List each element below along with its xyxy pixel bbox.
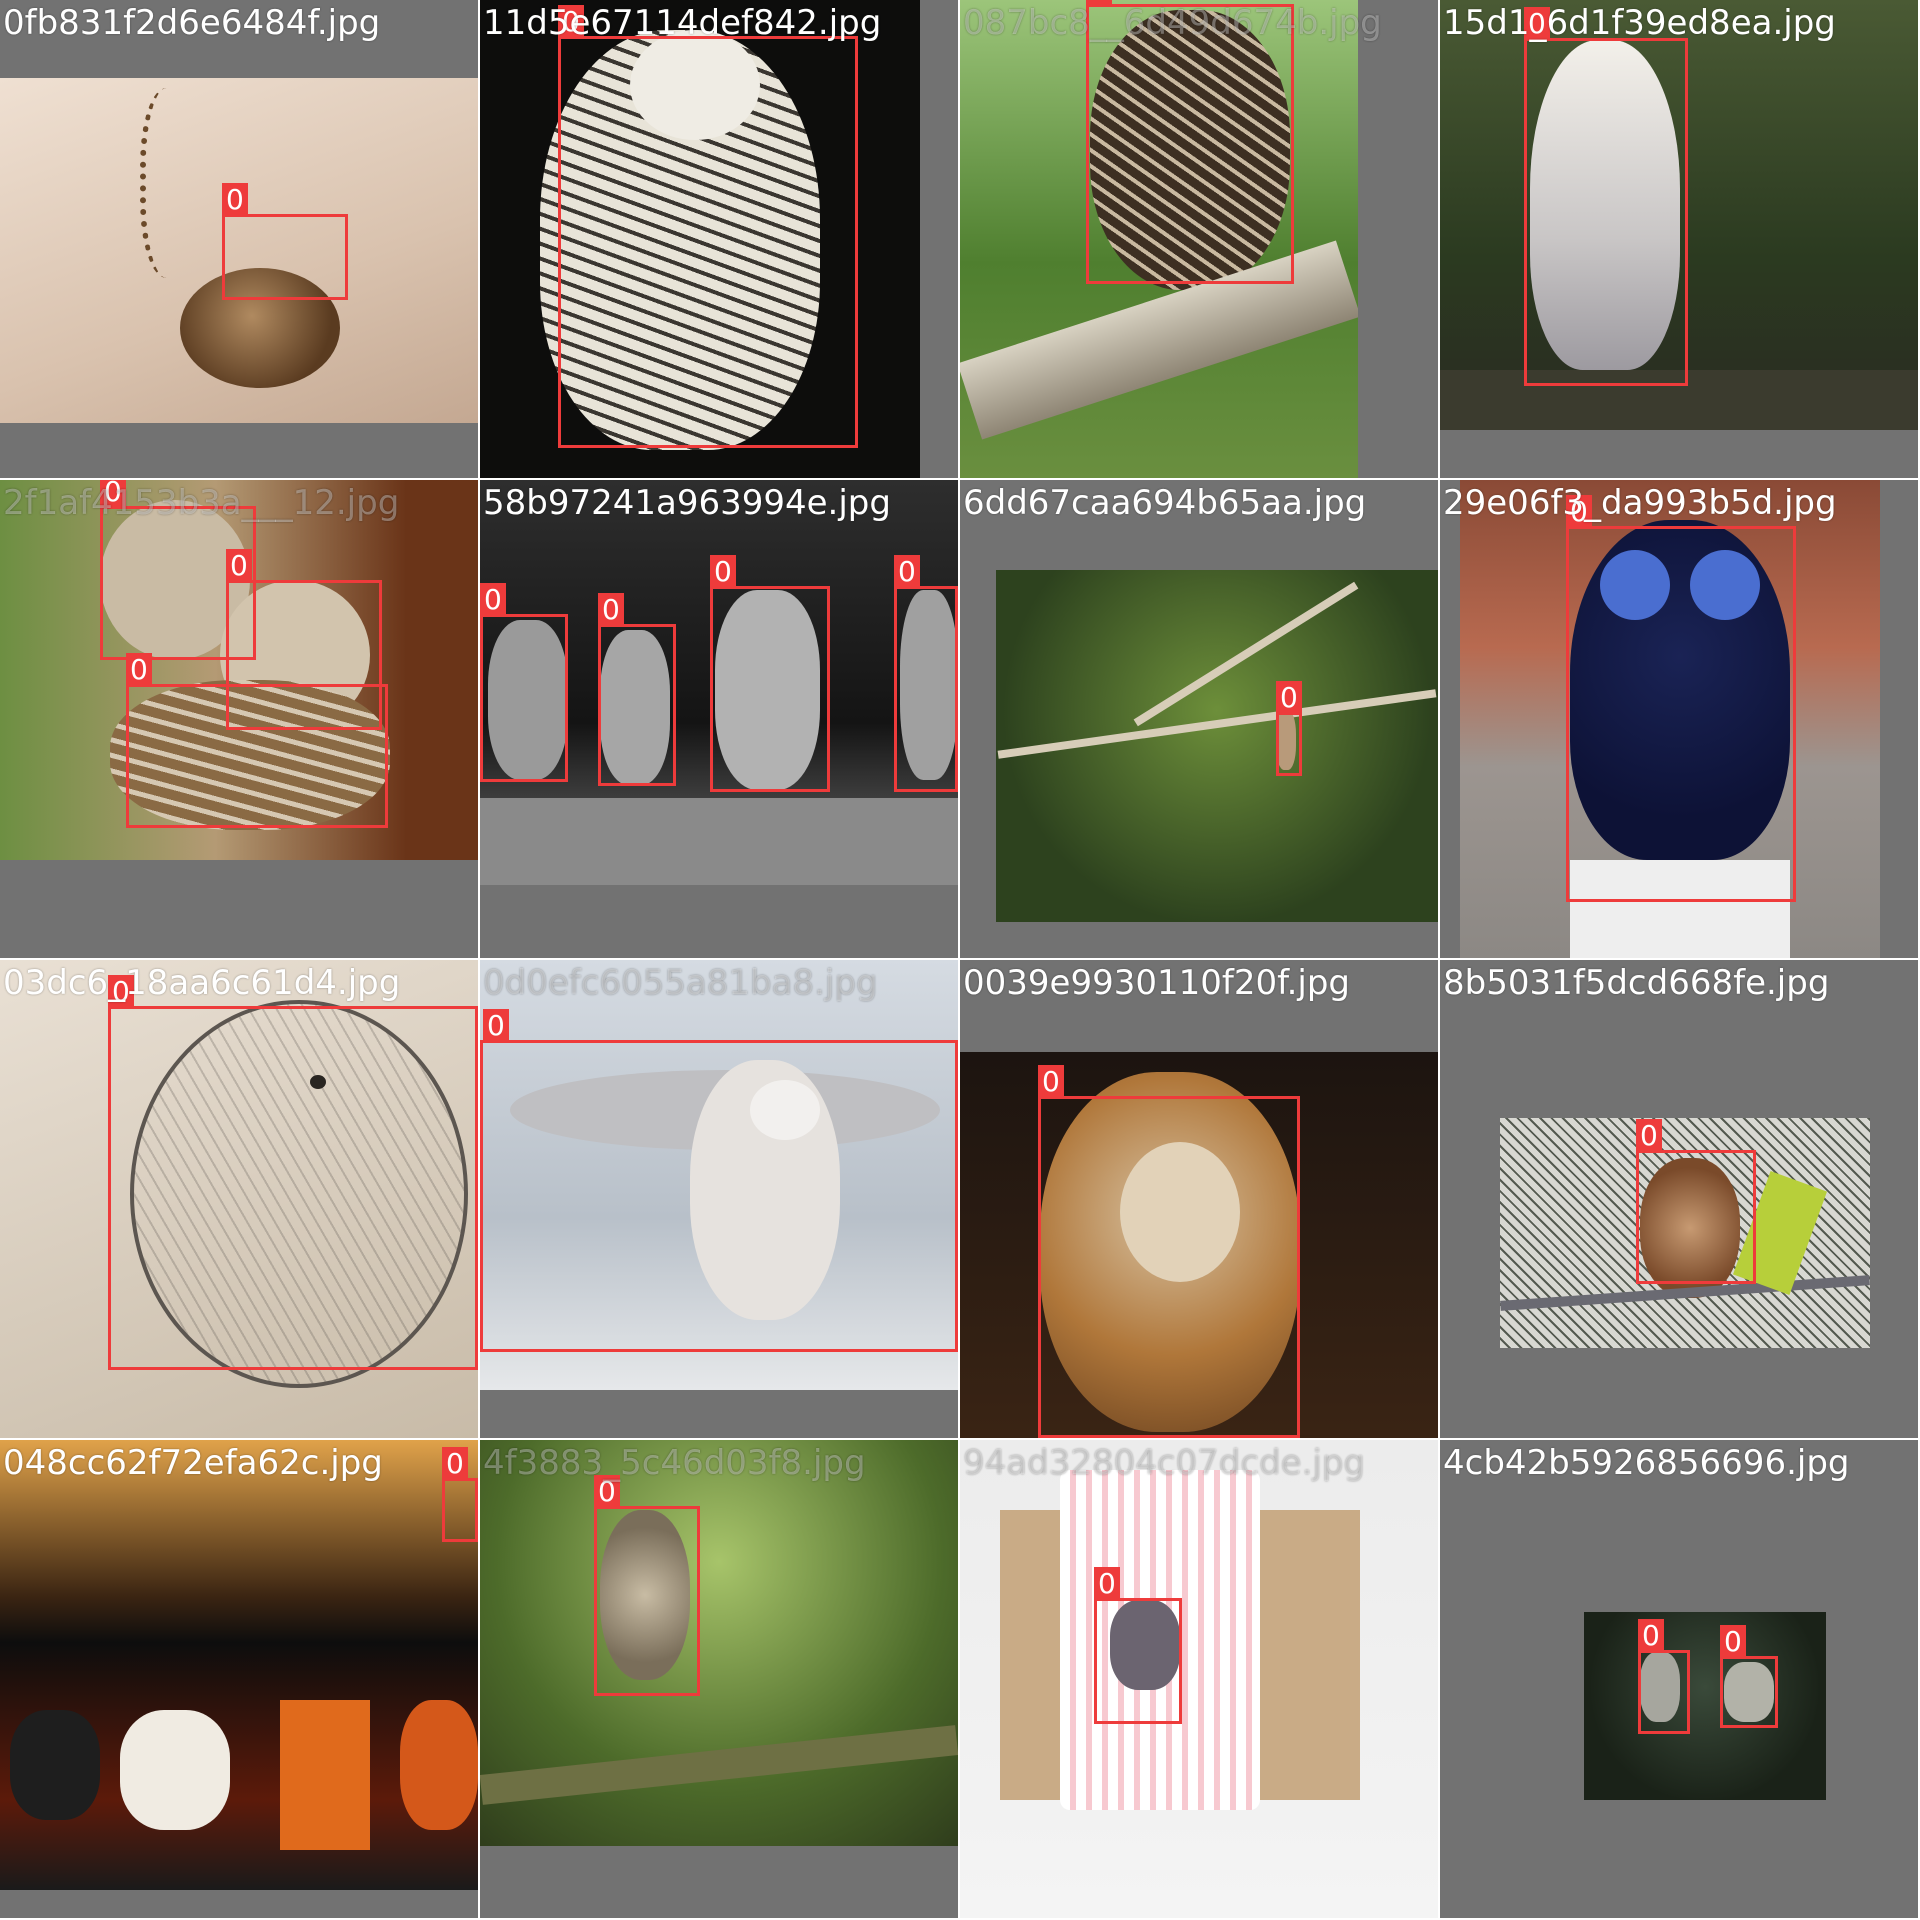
detection-box: 0 (894, 555, 958, 792)
detection-box: 0 (558, 5, 858, 448)
detection-box: 0 (710, 555, 830, 792)
class-label: 0 (442, 1447, 468, 1481)
class-label: 0 (480, 583, 506, 617)
filename-label: 4cb42b5926856696.jpg (1443, 1443, 1850, 1483)
tile: 2f1af4153b3a___12.jpg 0 0 0 (0, 480, 478, 958)
detection-box: 0 (222, 183, 348, 300)
photo (960, 1440, 1438, 1918)
photo (996, 570, 1438, 922)
detection-box: 0 (1086, 0, 1294, 284)
class-label: 0 (483, 1009, 509, 1043)
class-label: 0 (1094, 1567, 1120, 1601)
detection-box: 0 (126, 653, 388, 828)
tile: 29e06f3_da993b5d.jpg 0 (1440, 480, 1918, 958)
tile: 94ad32804c07dcde.jpg 0 (960, 1440, 1438, 1918)
detection-box: 0 (480, 583, 568, 782)
detection-box: 0 (1720, 1625, 1778, 1728)
filename-label: 2f1af4153b3a___12.jpg (3, 483, 400, 523)
filename-label: 03dc6_18aa6c61d4.jpg (3, 963, 401, 1003)
filename-label: 8b5031f5dcd668fe.jpg (1443, 963, 1830, 1003)
filename-label: 0fb831f2d6e6484f.jpg (3, 3, 381, 43)
filename-label: 0039e9930110f20f.jpg (963, 963, 1351, 1003)
tile: 4cb42b5926856696.jpg 0 0 (1440, 1440, 1918, 1918)
tile: 0d0efc6055a81ba8.jpg 0 (480, 960, 958, 1438)
filename-label: 11d5e67114def842.jpg (483, 3, 882, 43)
detection-box: 0 (108, 975, 478, 1370)
filename-label: 58b97241a963994e.jpg (483, 483, 891, 523)
photo (480, 1440, 958, 1846)
detection-box: 0 (480, 1009, 958, 1352)
detection-box: 0 (598, 593, 676, 786)
filename-label: 048cc62f72efa62c.jpg (3, 1443, 383, 1483)
tile: 03dc6_18aa6c61d4.jpg 0 (0, 960, 478, 1438)
photo (0, 1440, 478, 1890)
class-label: 0 (126, 653, 152, 687)
class-label: 0 (226, 549, 252, 583)
detection-box: 0 (1038, 1065, 1300, 1438)
tile: 58b97241a963994e.jpg 0 0 0 0 (480, 480, 958, 958)
class-label: 0 (1720, 1625, 1746, 1659)
tile: 0039e9930110f20f.jpg 0 (960, 960, 1438, 1438)
detection-box: 0 (442, 1447, 478, 1542)
detection-box: 0 (1566, 495, 1796, 902)
detection-box: 0 (1638, 1619, 1690, 1734)
filename-label: 4f3883_5c46d03f8.jpg (483, 1443, 866, 1483)
tile: 6dd67caa694b65aa.jpg 0 (960, 480, 1438, 958)
tile: 15d1_6d1f39ed8ea.jpg 0 (1440, 0, 1918, 478)
filename-label: 15d1_6d1f39ed8ea.jpg (1443, 3, 1836, 43)
tile: 0fb831f2d6e6484f.jpg 0 (0, 0, 478, 478)
filename-label: 29e06f3_da993b5d.jpg (1443, 483, 1837, 523)
tile: 087bc8__6d49d674b.jpg 0 (960, 0, 1438, 478)
filename-label: 94ad32804c07dcde.jpg (963, 1443, 1365, 1483)
class-label: 0 (598, 593, 624, 627)
detection-box: 0 (1524, 7, 1688, 386)
filename-label: 0d0efc6055a81ba8.jpg (483, 963, 878, 1003)
photo (1584, 1612, 1826, 1800)
class-label: 0 (1276, 681, 1302, 715)
detection-box: 0 (1094, 1567, 1182, 1724)
detection-box: 0 (594, 1475, 700, 1696)
class-label: 0 (1638, 1619, 1664, 1653)
detection-grid: 0fb831f2d6e6484f.jpg 0 11d5e67114def842.… (0, 0, 1920, 1920)
class-label: 0 (1038, 1065, 1064, 1099)
filename-label: 087bc8__6d49d674b.jpg (963, 3, 1382, 43)
tile: 8b5031f5dcd668fe.jpg 0 (1440, 960, 1918, 1438)
tile: 048cc62f72efa62c.jpg 0 (0, 1440, 478, 1918)
filename-label: 6dd67caa694b65aa.jpg (963, 483, 1367, 523)
tile: 11d5e67114def842.jpg 0 (480, 0, 958, 478)
class-label: 0 (222, 183, 248, 217)
class-label: 0 (1636, 1119, 1662, 1153)
detection-box: 0 (1636, 1119, 1756, 1284)
class-label: 0 (894, 555, 920, 589)
detection-box: 0 (1276, 681, 1302, 776)
tile: 4f3883_5c46d03f8.jpg 0 (480, 1440, 958, 1918)
class-label: 0 (710, 555, 736, 589)
